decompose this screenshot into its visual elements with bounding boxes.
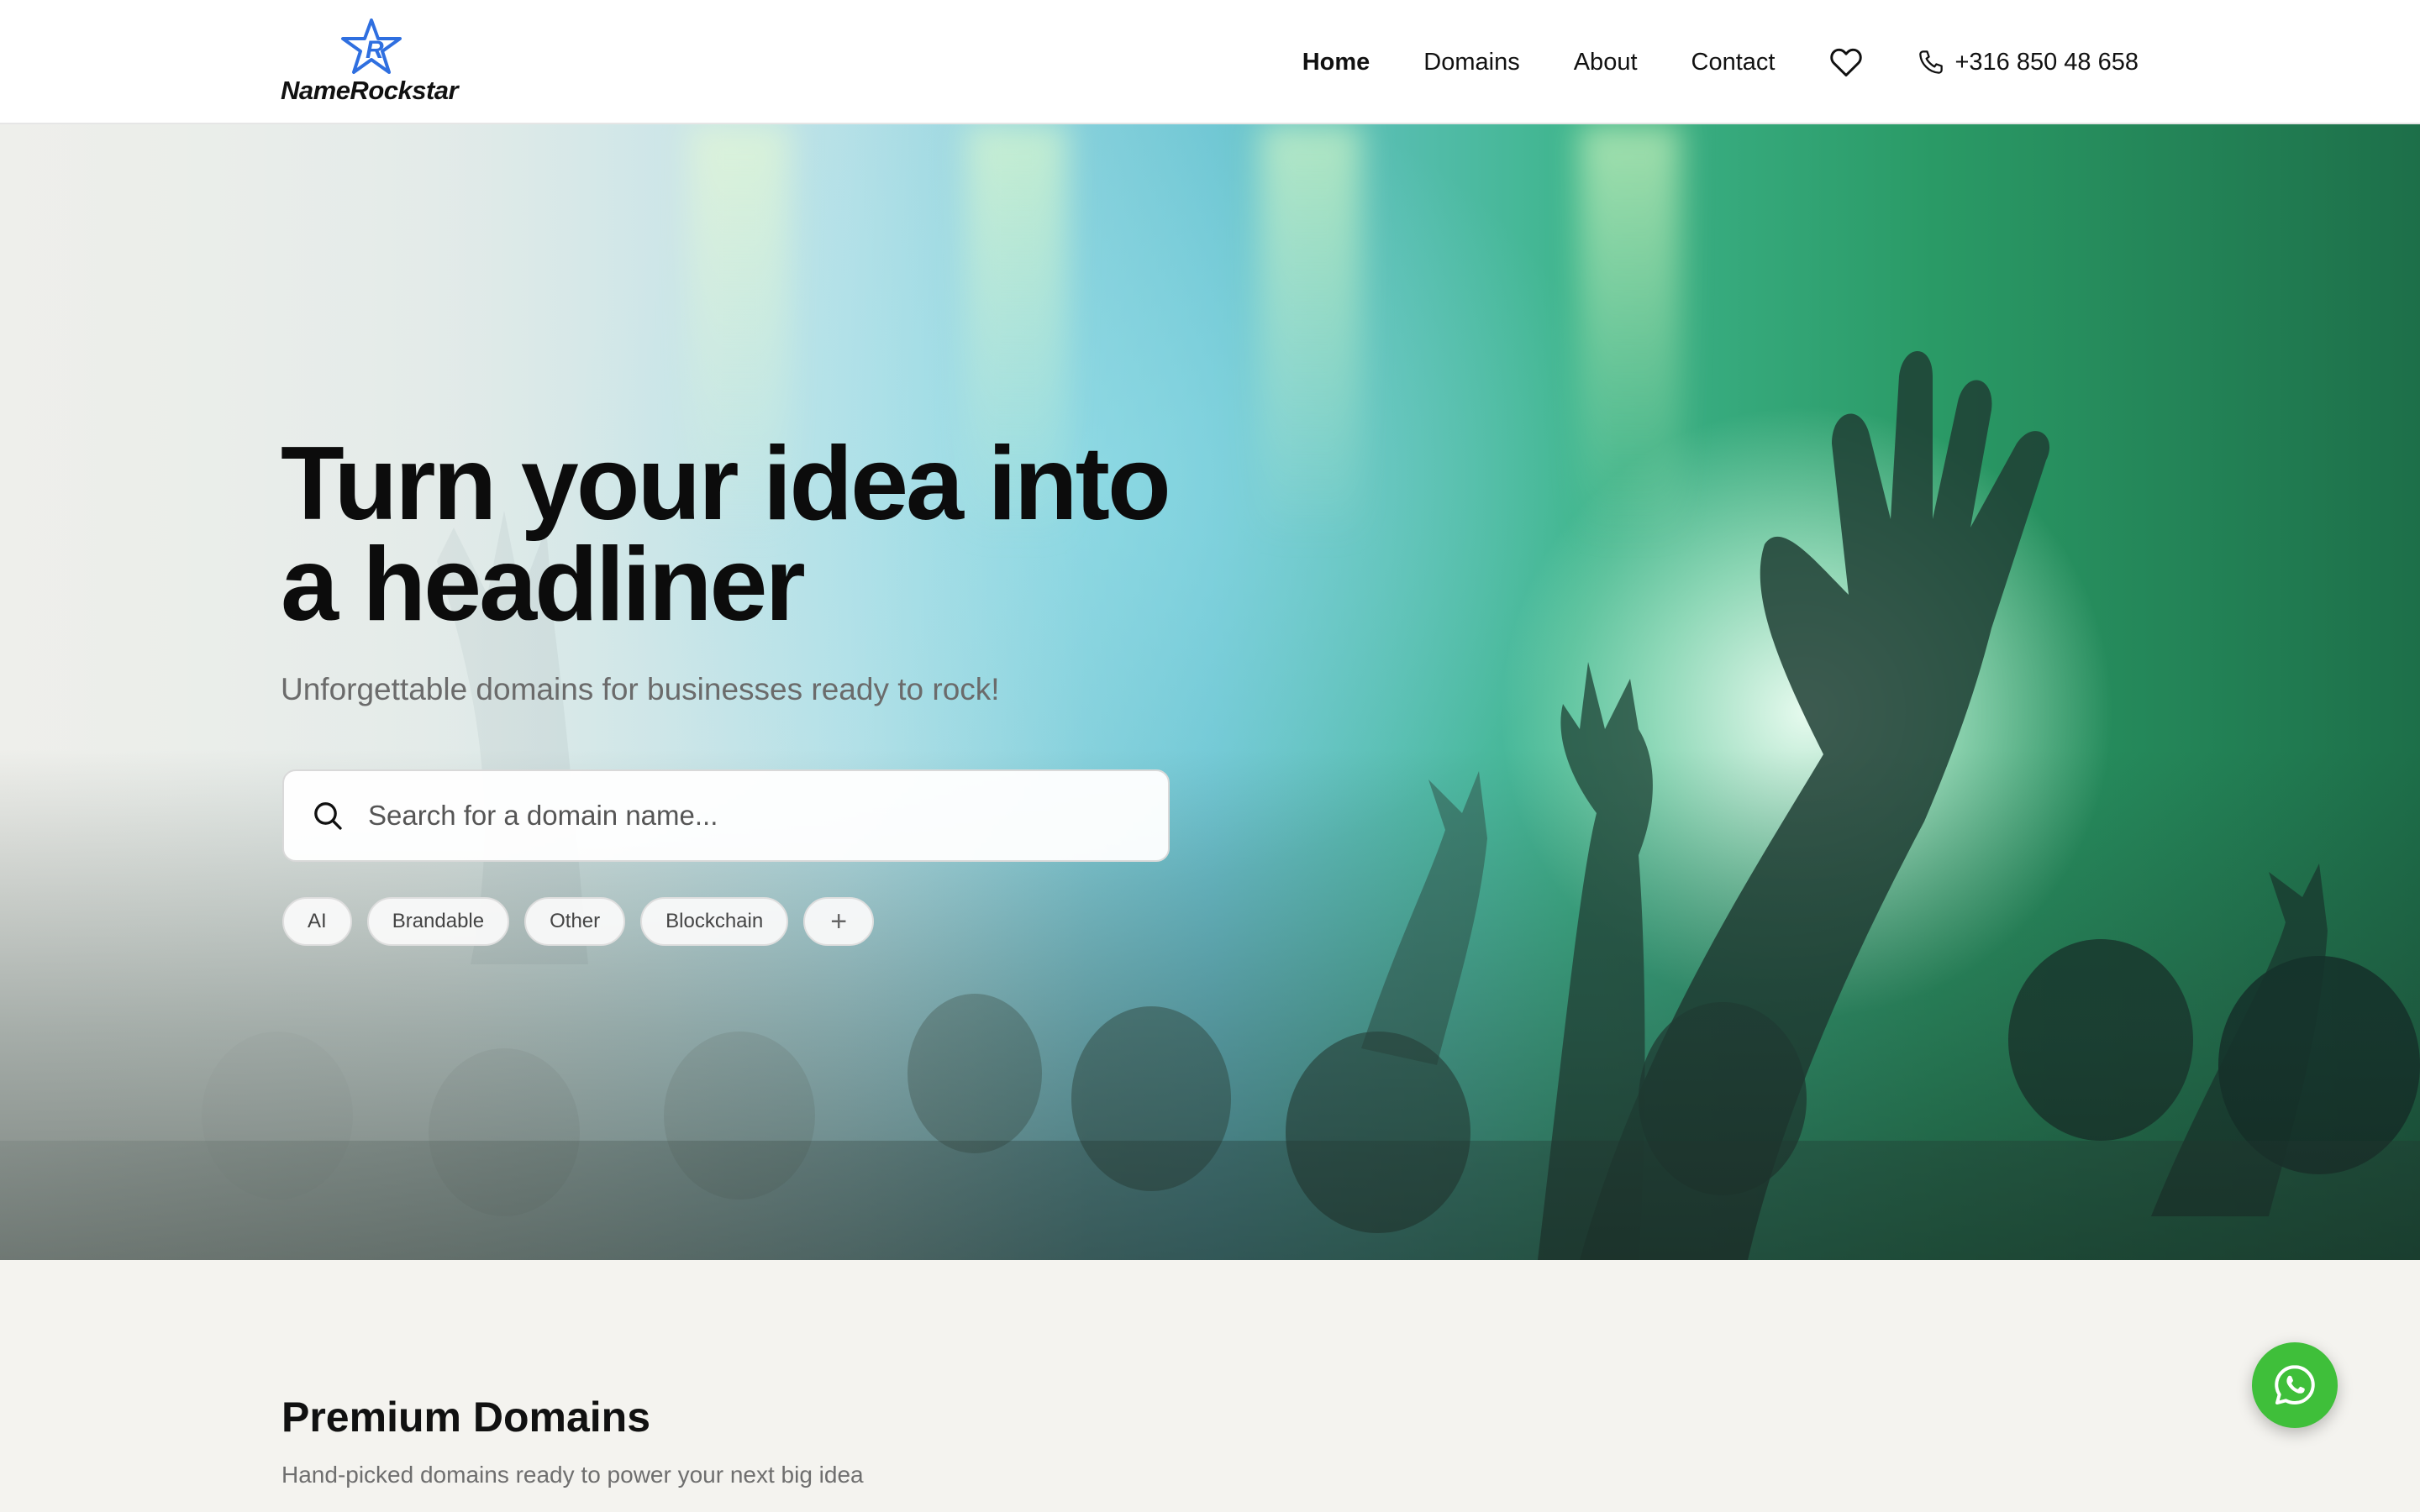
whatsapp-button[interactable] <box>2252 1342 2338 1428</box>
phone-link[interactable]: +316 850 48 658 <box>1918 49 2139 76</box>
hero-subtitle: Unforgettable domains for businesses rea… <box>281 672 1000 706</box>
favorites-button[interactable] <box>1828 45 1864 80</box>
nav-about[interactable]: About <box>1574 49 1638 76</box>
svg-text:R: R <box>366 36 384 64</box>
search-input[interactable] <box>366 799 1126 832</box>
phone-icon <box>1919 50 1944 74</box>
domain-search-bar[interactable] <box>282 769 1170 862</box>
nav-domains[interactable]: Domains <box>1423 49 1519 76</box>
star-r-logo-icon: R <box>341 18 402 74</box>
logo-text: NameRockstar <box>281 76 459 105</box>
hero-title: Turn your idea into a headliner <box>281 426 1171 643</box>
more-categories-button[interactable]: + <box>803 897 875 946</box>
nav-home[interactable]: Home <box>1302 49 1370 76</box>
chip-brandable[interactable]: Brandable <box>366 897 510 946</box>
chip-other[interactable]: Other <box>524 897 626 946</box>
main-nav: Home Domains About Contact +316 850 48 6… <box>1249 0 2139 124</box>
phone-number: +316 850 48 658 <box>1954 48 2139 76</box>
premium-domains-title: Premium Domains <box>281 1394 651 1441</box>
hero-content: Turn your idea into a headliner Unforget… <box>281 426 1205 707</box>
nav-contact[interactable]: Contact <box>1691 49 1776 76</box>
heart-icon <box>1830 48 1863 77</box>
premium-domains-subtitle: Hand-picked domains ready to power your … <box>281 1462 864 1488</box>
chip-blockchain[interactable]: Blockchain <box>640 897 789 946</box>
hero: Turn your idea into a headliner Unforget… <box>0 124 2420 1260</box>
whatsapp-icon <box>2275 1365 2315 1405</box>
site-header: R NameRockstar Home Domains About Contac… <box>0 0 2420 124</box>
logo[interactable]: R NameRockstar <box>281 18 469 108</box>
chip-ai[interactable]: AI <box>282 897 352 946</box>
category-chips: AI Brandable Other Blockchain + <box>282 897 889 946</box>
search-icon <box>314 802 342 830</box>
